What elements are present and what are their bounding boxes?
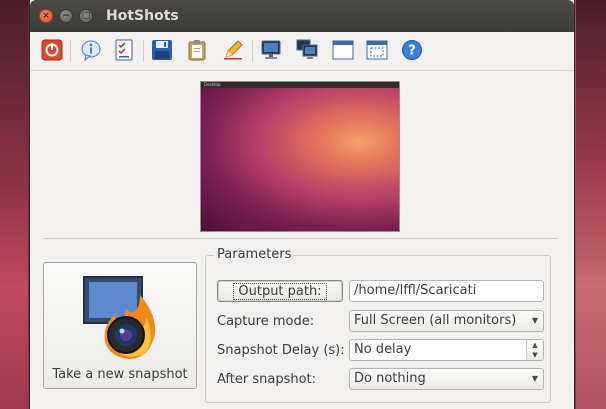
preview-top-bar: Desktop bbox=[201, 82, 399, 88]
camera-flame-icon bbox=[83, 276, 156, 359]
after-snapshot-select[interactable]: Do nothing ▼ bbox=[349, 368, 544, 390]
clipboard-icon bbox=[188, 40, 206, 61]
section-divider bbox=[44, 238, 558, 239]
snapshot-delay-value: No delay bbox=[354, 342, 412, 357]
capture-region-button[interactable] bbox=[364, 37, 390, 63]
info-icon bbox=[81, 40, 101, 61]
after-snapshot-label: After snapshot: bbox=[217, 372, 317, 387]
screenshot-preview: Desktop bbox=[200, 81, 400, 232]
save-icon bbox=[152, 40, 172, 60]
edit-button[interactable] bbox=[220, 37, 246, 63]
spin-down-icon[interactable]: ▼ bbox=[527, 350, 543, 360]
toolbar-separator bbox=[70, 40, 71, 62]
parameters-title: Parameters bbox=[214, 247, 295, 262]
spin-up-icon[interactable]: ▲ bbox=[527, 340, 543, 350]
minimize-window-button[interactable]: − bbox=[59, 9, 73, 23]
chevron-down-icon: ▼ bbox=[531, 374, 539, 383]
checklist-icon bbox=[115, 39, 133, 61]
capture-screen-button[interactable] bbox=[258, 37, 284, 63]
preferences-button[interactable] bbox=[111, 37, 137, 63]
help-button[interactable]: ? bbox=[399, 37, 425, 63]
svg-text:?: ? bbox=[408, 44, 416, 59]
take-snapshot-label: Take a new snapshot bbox=[52, 367, 188, 382]
output-path-button-label: Output path: bbox=[233, 282, 327, 300]
close-window-button[interactable]: × bbox=[39, 9, 53, 23]
output-path-button[interactable]: Output path: bbox=[217, 280, 343, 302]
title-bar[interactable]: × − □ HotShots bbox=[30, 0, 574, 32]
desktop-background-right bbox=[576, 0, 606, 409]
desktop-background-left bbox=[0, 0, 28, 409]
quit-icon bbox=[41, 39, 63, 61]
maximize-window-button[interactable]: □ bbox=[79, 9, 93, 23]
copy-to-clipboard-button[interactable] bbox=[184, 37, 210, 63]
capture-window-button[interactable] bbox=[330, 37, 356, 63]
quit-button[interactable] bbox=[39, 37, 65, 63]
toolbar-separator bbox=[252, 40, 253, 62]
edit-pencil-icon bbox=[224, 40, 243, 60]
capture-mode-label: Capture mode: bbox=[217, 314, 315, 329]
chevron-down-icon: ▼ bbox=[531, 316, 539, 325]
capture-window-icon bbox=[332, 40, 354, 60]
preview-window-title: Desktop bbox=[204, 82, 221, 87]
capture-mode-value: Full Screen (all monitors) bbox=[354, 313, 517, 328]
output-path-field[interactable]: /home/lffl/Scaricati bbox=[349, 280, 544, 302]
capture-all-screens-button[interactable] bbox=[294, 37, 320, 63]
about-button[interactable] bbox=[78, 37, 104, 63]
snapshot-delay-label: Snapshot Delay (s): bbox=[217, 343, 345, 358]
capture-mode-select[interactable]: Full Screen (all monitors) ▼ bbox=[349, 310, 544, 332]
capture-region-icon bbox=[366, 40, 388, 60]
capture-all-screens-icon bbox=[296, 39, 318, 59]
capture-screen-icon bbox=[261, 40, 281, 59]
save-button[interactable] bbox=[149, 37, 175, 63]
window-title: HotShots bbox=[106, 8, 179, 24]
help-icon: ? bbox=[402, 40, 422, 60]
after-snapshot-value: Do nothing bbox=[354, 371, 426, 386]
spin-buttons: ▲ ▼ bbox=[526, 340, 543, 360]
toolbar: ? bbox=[30, 32, 574, 71]
take-snapshot-button[interactable]: Take a new snapshot bbox=[43, 262, 197, 389]
hotshots-window: × − □ HotShots ? Desktop Take a new snap… bbox=[29, 0, 575, 409]
toolbar-separator bbox=[143, 40, 144, 62]
snapshot-delay-spinbox[interactable]: No delay ▲ ▼ bbox=[349, 339, 544, 361]
